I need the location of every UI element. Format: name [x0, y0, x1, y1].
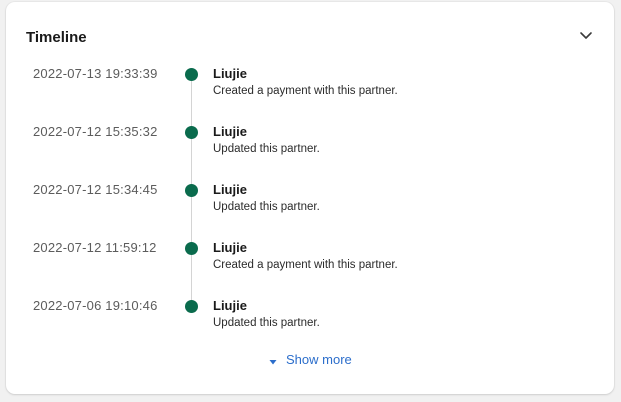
- timeline-entry: 2022-07-13 19:33:39 Liujie Created a pay…: [6, 66, 614, 106]
- caret-down-icon: [268, 355, 278, 365]
- timeline-entry: 2022-07-12 15:34:45 Liujie Updated this …: [6, 182, 614, 222]
- show-more-button[interactable]: Show more: [268, 352, 352, 368]
- entry-timestamp: 2022-07-06 19:10:46: [33, 298, 158, 313]
- entry-author: Liujie: [213, 182, 247, 197]
- entry-author: Liujie: [213, 124, 247, 139]
- entry-timestamp: 2022-07-12 15:34:45: [33, 182, 158, 197]
- entry-description: Updated this partner.: [213, 201, 320, 213]
- timeline-list: 2022-07-13 19:33:39 Liujie Created a pay…: [6, 2, 614, 394]
- entry-timestamp: 2022-07-12 15:35:32: [33, 124, 158, 139]
- timeline-entry: 2022-07-12 11:59:12 Liujie Created a pay…: [6, 240, 614, 280]
- timeline-entry: 2022-07-12 15:35:32 Liujie Updated this …: [6, 124, 614, 164]
- show-more-label: Show more: [286, 352, 352, 367]
- entry-description: Updated this partner.: [213, 317, 320, 329]
- entry-description: Updated this partner.: [213, 143, 320, 155]
- entry-author: Liujie: [213, 66, 247, 81]
- entry-timestamp: 2022-07-12 11:59:12: [33, 240, 157, 255]
- timeline-card: Timeline 2022-07-13 19:33:39 Liujie Crea…: [6, 2, 614, 394]
- timeline-dot: [185, 242, 198, 255]
- entry-description: Created a payment with this partner.: [213, 85, 398, 97]
- timeline-dot: [185, 68, 198, 81]
- entry-author: Liujie: [213, 298, 247, 313]
- timeline-dot: [185, 184, 198, 197]
- timeline-dot: [185, 126, 198, 139]
- entry-author: Liujie: [213, 240, 247, 255]
- entry-timestamp: 2022-07-13 19:33:39: [33, 66, 158, 81]
- timeline-dot: [185, 300, 198, 313]
- timeline-entry: 2022-07-06 19:10:46 Liujie Updated this …: [6, 298, 614, 338]
- entry-description: Created a payment with this partner.: [213, 259, 398, 271]
